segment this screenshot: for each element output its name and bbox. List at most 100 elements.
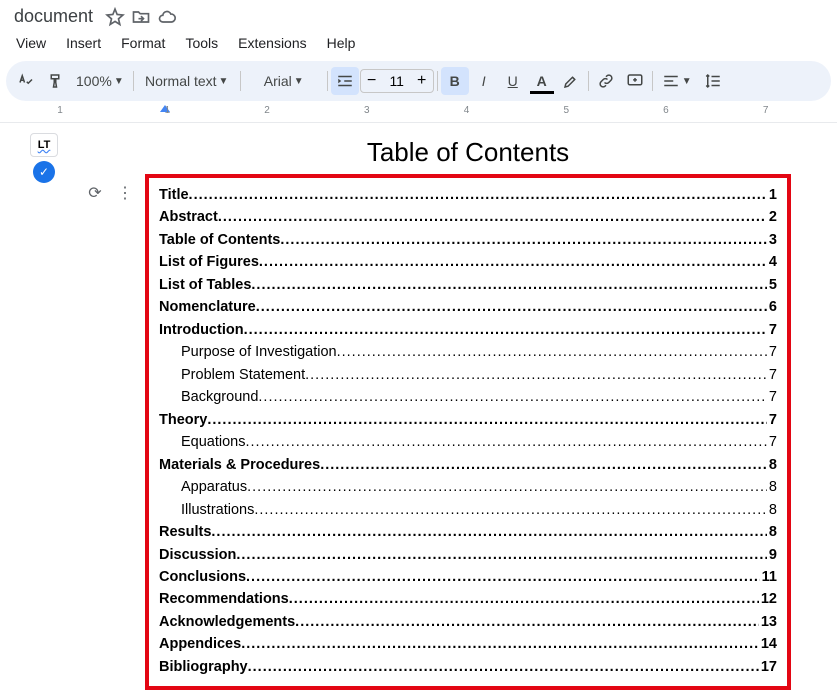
zoom-dropdown[interactable]: 100%▼: [70, 67, 130, 95]
toc-leader-dots: [280, 229, 767, 251]
document-page[interactable]: Table of Contents Title1Abstract2Table o…: [145, 123, 791, 690]
font-size-increase[interactable]: +: [411, 72, 433, 90]
toolbar: 100%▼ Normal text▼ Arial▼ − 11 + B I U A…: [6, 61, 831, 101]
toc-page-number: 7: [767, 364, 777, 386]
separator: [652, 71, 653, 91]
toc-leader-dots: [189, 184, 767, 206]
toc-entry[interactable]: Appendices 14: [159, 633, 777, 655]
star-icon[interactable]: [105, 7, 125, 27]
menu-insert[interactable]: Insert: [58, 31, 109, 55]
underline-button[interactable]: U: [499, 67, 527, 95]
toc-page-number: 8: [767, 476, 777, 498]
toc-entry[interactable]: Discussion9: [159, 544, 777, 566]
separator: [437, 71, 438, 91]
document-name[interactable]: document: [8, 4, 99, 29]
toc-label: List of Tables: [159, 274, 251, 296]
toc-entry[interactable]: Nomenclature6: [159, 296, 777, 318]
paint-format-button[interactable]: [41, 67, 69, 95]
workspace: LT ✓ ⟳ ⋮ Table of Contents Title1Abstrac…: [0, 123, 837, 683]
toc-page-number: 7: [767, 431, 777, 453]
check-badge-icon[interactable]: ✓: [33, 161, 55, 183]
highlight-button[interactable]: [557, 67, 585, 95]
toc-label: Results: [159, 521, 211, 543]
toc-page-number: 7: [767, 386, 777, 408]
toc-page-number: 5: [767, 274, 777, 296]
toc-entry[interactable]: Bibliography 17: [159, 656, 777, 678]
toc-entry[interactable]: Results8: [159, 521, 777, 543]
toc-leader-dots: [211, 521, 767, 543]
menu-tools[interactable]: Tools: [177, 31, 226, 55]
toc-entry[interactable]: Purpose of Investigation7: [159, 341, 777, 363]
toc-entry[interactable]: List of Tables 5: [159, 274, 777, 296]
text-color-button[interactable]: A: [528, 67, 556, 95]
menu-extensions[interactable]: Extensions: [230, 31, 314, 55]
toc-label: List of Figures: [159, 251, 259, 273]
toc-label: Illustrations: [181, 499, 254, 521]
toc-entry[interactable]: Equations 7: [159, 431, 777, 453]
insert-link-button[interactable]: [592, 67, 620, 95]
toc-page-number: 3: [767, 229, 777, 251]
align-dropdown[interactable]: ▼: [656, 67, 698, 95]
move-folder-icon[interactable]: [131, 7, 151, 27]
paragraph-style-dropdown[interactable]: Normal text▼: [137, 67, 237, 95]
toc-entry[interactable]: List of Figures 4: [159, 251, 777, 273]
toc-entry[interactable]: Apparatus8: [159, 476, 777, 498]
toc-label: Nomenclature: [159, 296, 256, 318]
font-dropdown[interactable]: Arial▼: [244, 67, 324, 95]
toc-label: Conclusions: [159, 566, 246, 588]
toc-label: Background: [181, 386, 258, 408]
ruler[interactable]: 1 1 2 3 4 5 6 7: [0, 103, 837, 123]
toc-entry[interactable]: Materials & Procedures8: [159, 454, 777, 476]
toc-entry[interactable]: Background 7: [159, 386, 777, 408]
toc-page-number: 7: [767, 409, 777, 431]
toc-leader-dots: [207, 409, 767, 431]
toc-page-number: 8: [767, 499, 777, 521]
toc-page-number: 17: [759, 656, 777, 678]
toc-entry[interactable]: Problem Statement7: [159, 364, 777, 386]
outline-menu-button[interactable]: ⋮: [115, 183, 135, 203]
toc-label: Table of Contents: [159, 229, 280, 251]
spellcheck-button[interactable]: [12, 67, 40, 95]
separator: [240, 71, 241, 91]
toc-leader-dots: [320, 454, 767, 476]
toc-entry[interactable]: Illustrations 8: [159, 499, 777, 521]
decrease-indent-button[interactable]: [331, 67, 359, 95]
toc-entry[interactable]: Title1: [159, 184, 777, 206]
italic-button[interactable]: I: [470, 67, 498, 95]
bold-button[interactable]: B: [441, 67, 469, 95]
toc-leader-dots: [337, 341, 767, 363]
toc-leader-dots: [241, 633, 759, 655]
toc-entry[interactable]: Table of Contents 3: [159, 229, 777, 251]
toc-page-number: 7: [767, 319, 777, 341]
language-tool-icon[interactable]: LT: [30, 133, 58, 157]
toc-leader-dots: [248, 656, 759, 678]
menu-view[interactable]: View: [8, 31, 54, 55]
toc-entry[interactable]: Acknowledgements13: [159, 611, 777, 633]
menu-format[interactable]: Format: [113, 31, 173, 55]
toc-entry[interactable]: Abstract2: [159, 206, 777, 228]
toc-page-number: 4: [767, 251, 777, 273]
menu-help[interactable]: Help: [319, 31, 364, 55]
separator: [588, 71, 589, 91]
toc-label: Acknowledgements: [159, 611, 295, 633]
toc-leader-dots: [258, 386, 767, 408]
toc-entry[interactable]: Recommendations 12: [159, 588, 777, 610]
side-widget: LT ✓: [30, 133, 58, 183]
insert-comment-button[interactable]: [621, 67, 649, 95]
toc-page-number: 14: [759, 633, 777, 655]
refresh-outline-button[interactable]: ⟳: [85, 183, 105, 203]
toc-label: Recommendations: [159, 588, 289, 610]
line-spacing-button[interactable]: [699, 67, 727, 95]
toc-page-number: 12: [759, 588, 777, 610]
font-size-value[interactable]: 11: [383, 73, 411, 89]
toc-entry[interactable]: Conclusions11: [159, 566, 777, 588]
toc-label: Appendices: [159, 633, 241, 655]
toc-label: Discussion: [159, 544, 236, 566]
cloud-status-icon[interactable]: [157, 7, 177, 27]
toc-entry[interactable]: Theory7: [159, 409, 777, 431]
toc-label: Bibliography: [159, 656, 248, 678]
toc-leader-dots: [246, 431, 767, 453]
font-size-decrease[interactable]: −: [361, 72, 383, 90]
toc-label: Equations: [181, 431, 246, 453]
toc-entry[interactable]: Introduction7: [159, 319, 777, 341]
